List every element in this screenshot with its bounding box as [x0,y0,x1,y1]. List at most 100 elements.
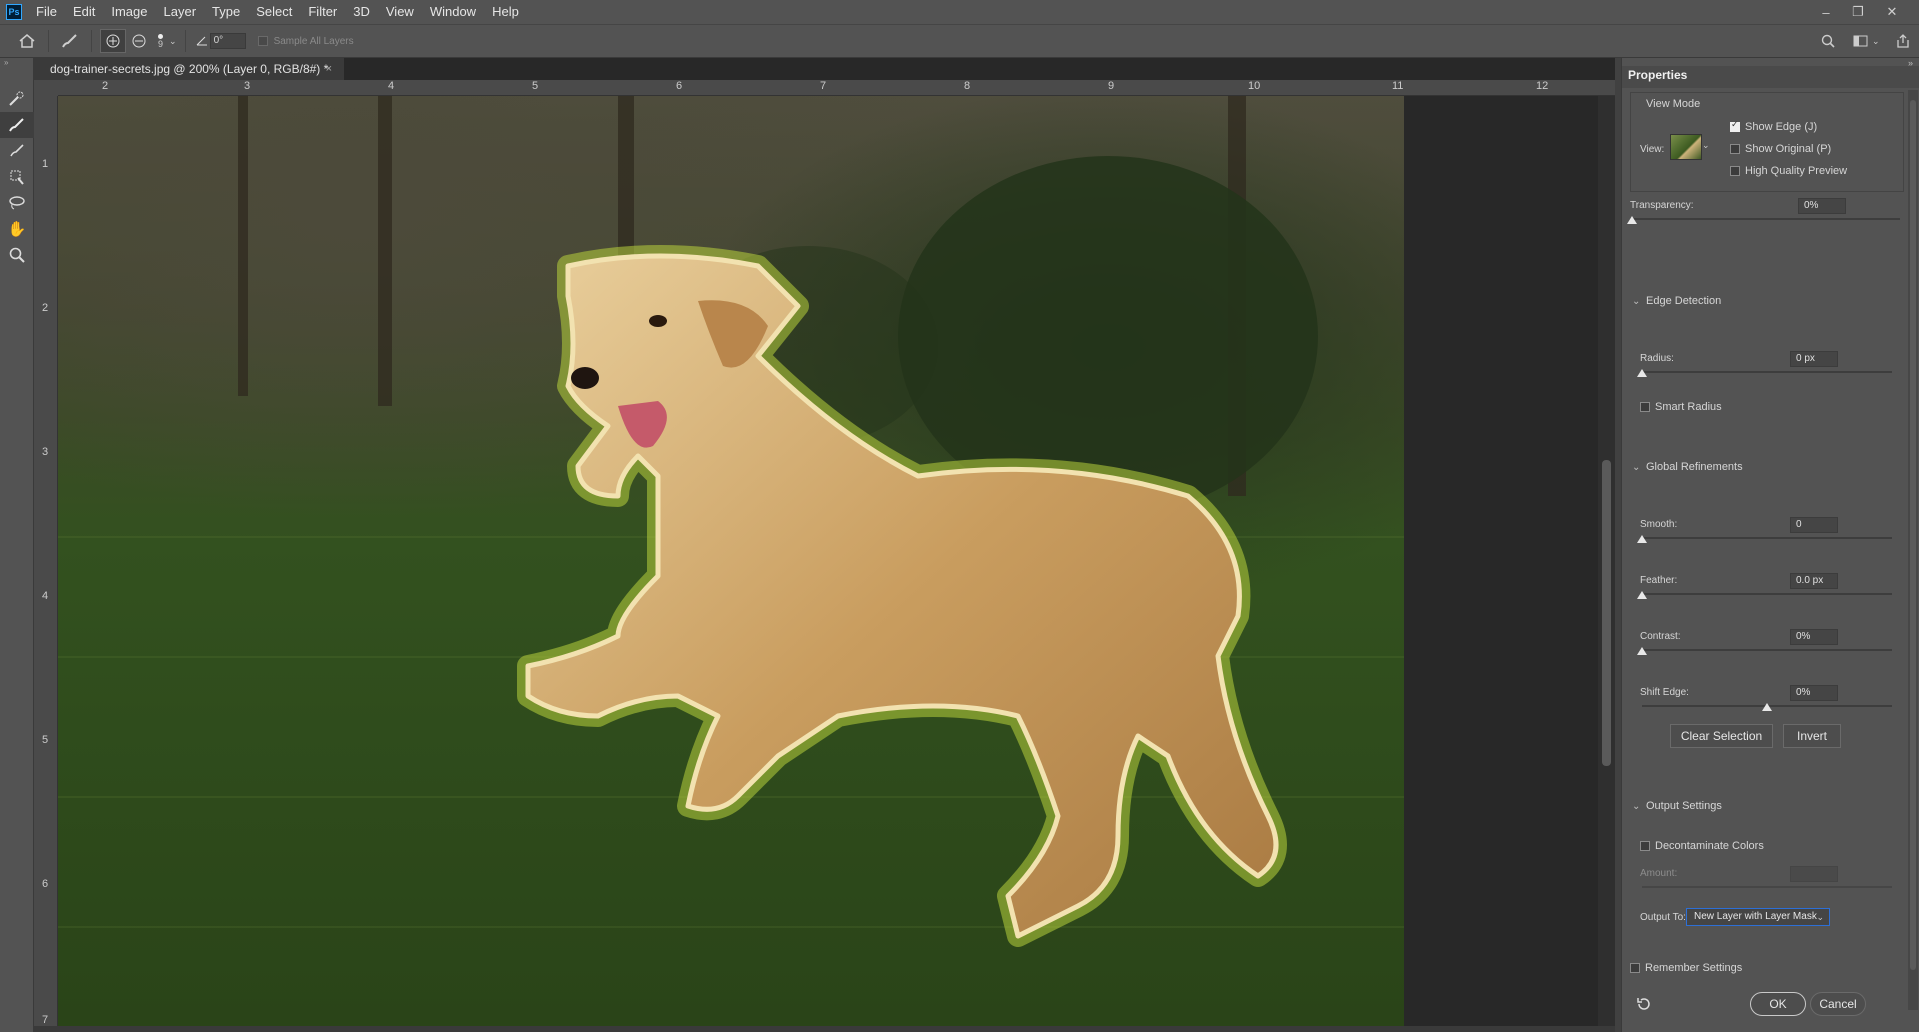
shift-edge-input[interactable]: 0% [1790,685,1838,701]
decontaminate-colors-checkbox[interactable] [1640,841,1650,851]
angle-input[interactable]: 0° [209,33,246,49]
menu-image[interactable]: Image [103,0,155,24]
radius-slider[interactable] [1642,371,1892,373]
chevron-down-icon: ⌄ [1632,296,1641,307]
transparency-slider-thumb[interactable] [1627,216,1637,224]
clear-selection-button[interactable]: Clear Selection [1670,724,1773,748]
brush-size-picker[interactable]: 9 [158,33,163,49]
tools-panel: » ✋ [0,58,34,1032]
smooth-slider-thumb[interactable] [1637,535,1647,543]
hand-tool-icon[interactable]: ✋ [0,216,34,242]
edge-detection-section[interactable]: ⌄ Edge Detection [1632,295,1721,307]
menu-window[interactable]: Window [422,0,484,24]
view-label: View: [1640,144,1665,155]
minimize-button[interactable]: – [1810,0,1842,24]
lasso-tool-icon[interactable] [0,190,34,216]
close-tab-icon[interactable]: × [326,58,332,80]
expand-toolbar-icon[interactable]: » [0,58,33,68]
scrollbar-thumb[interactable] [1602,460,1611,766]
workspace-chevron-icon[interactable]: ⌄ [1872,36,1880,47]
contrast-slider-thumb[interactable] [1637,647,1647,655]
object-selection-tool-icon[interactable] [0,164,34,190]
view-mode-chevron-icon[interactable]: ⌄ [1702,140,1710,151]
document-tab-title: dog-trainer-secrets.jpg @ 200% (Layer 0,… [50,62,329,76]
menu-select[interactable]: Select [248,0,300,24]
chevron-down-icon[interactable]: ⌄ [169,36,177,47]
feather-slider-thumb[interactable] [1637,591,1647,599]
output-to-select[interactable]: New Layer with Layer Mask ⌄ [1686,908,1830,926]
show-original-checkbox[interactable] [1730,144,1740,154]
global-refinements-section[interactable]: ⌄ Global Refinements [1632,461,1743,473]
subtract-from-selection-icon[interactable] [126,29,152,53]
menu-layer[interactable]: Layer [156,0,205,24]
brush-tool-icon[interactable] [0,138,34,164]
sample-all-layers-checkbox[interactable] [257,36,268,46]
smart-radius-label: Smart Radius [1655,401,1722,413]
transparency-slider[interactable] [1632,218,1900,220]
high-quality-preview-checkbox[interactable] [1730,166,1740,176]
photoshop-logo: Ps [6,4,22,20]
vertical-scrollbar[interactable] [1598,96,1615,1026]
quick-selection-tool-icon[interactable] [0,86,34,112]
high-quality-preview-option[interactable]: High Quality Preview [1730,165,1847,177]
ruler-tick: 10 [1248,80,1261,92]
chevron-down-icon: ⌄ [1632,462,1641,473]
transparency-input[interactable]: 0% [1798,198,1846,214]
amount-input [1790,866,1838,882]
shift-edge-label: Shift Edge: [1640,687,1689,698]
shift-edge-slider-thumb[interactable] [1762,703,1772,711]
refine-edge-brush-tool-icon[interactable] [0,112,34,138]
smart-radius-option[interactable]: Smart Radius [1640,401,1722,413]
add-to-selection-icon[interactable] [100,29,126,53]
menu-file[interactable]: File [28,0,65,24]
close-window-button[interactable]: ✕ [1876,0,1908,24]
decontaminate-colors-option[interactable]: Decontaminate Colors [1640,840,1764,852]
remember-settings-checkbox[interactable] [1630,963,1640,973]
menu-filter[interactable]: Filter [300,0,345,24]
workspace-icon[interactable] [1847,29,1873,53]
show-original-label: Show Original (P) [1745,143,1832,155]
ok-button[interactable]: OK [1750,992,1806,1016]
radius-slider-thumb[interactable] [1637,369,1647,377]
menu-help[interactable]: Help [484,0,527,24]
contrast-input[interactable]: 0% [1790,629,1838,645]
ruler-tick: 1 [42,158,49,170]
radius-input[interactable]: 0 px [1790,351,1838,367]
feather-input[interactable]: 0.0 px [1790,573,1838,589]
menu-view[interactable]: View [378,0,422,24]
contrast-slider[interactable] [1642,649,1892,651]
share-icon[interactable] [1890,29,1916,53]
show-edge-checkbox[interactable] [1730,120,1740,132]
show-edge-option[interactable]: Show Edge (J) [1730,120,1817,133]
ruler-tick: 4 [388,80,395,92]
reset-icon[interactable] [1636,996,1652,1015]
menu-type[interactable]: Type [204,0,248,24]
invert-button[interactable]: Invert [1783,724,1841,748]
output-settings-section[interactable]: ⌄ Output Settings [1632,800,1722,812]
remember-settings-option[interactable]: Remember Settings [1630,962,1742,974]
restore-button[interactable]: ❐ [1842,0,1874,24]
smooth-slider[interactable] [1642,537,1892,539]
image-canvas[interactable] [58,96,1404,1026]
view-mode-thumbnail[interactable] [1670,134,1702,160]
home-icon[interactable] [14,29,40,53]
divider [184,30,186,52]
cancel-button[interactable]: Cancel [1810,992,1866,1016]
dog-body [525,253,1279,939]
document-tab[interactable]: dog-trainer-secrets.jpg @ 200% (Layer 0,… [34,58,344,80]
smooth-input[interactable]: 0 [1790,517,1838,533]
menu-3d[interactable]: 3D [345,0,378,24]
feather-slider[interactable] [1642,593,1892,595]
sample-all-layers-label: Sample All Layers [273,35,354,47]
high-quality-preview-label: High Quality Preview [1745,165,1848,177]
panel-scrollbar[interactable] [1908,90,1918,1010]
ruler-tick: 6 [42,878,49,890]
menu-edit[interactable]: Edit [65,0,103,24]
panel-scrollbar-thumb[interactable] [1910,100,1916,970]
show-original-option[interactable]: Show Original (P) [1730,143,1831,155]
search-icon[interactable] [1815,29,1841,53]
smart-radius-checkbox[interactable] [1640,402,1650,412]
zoom-tool-icon[interactable] [0,242,34,268]
refine-brush-icon[interactable] [57,29,83,53]
ruler-tick: 12 [1536,80,1549,92]
